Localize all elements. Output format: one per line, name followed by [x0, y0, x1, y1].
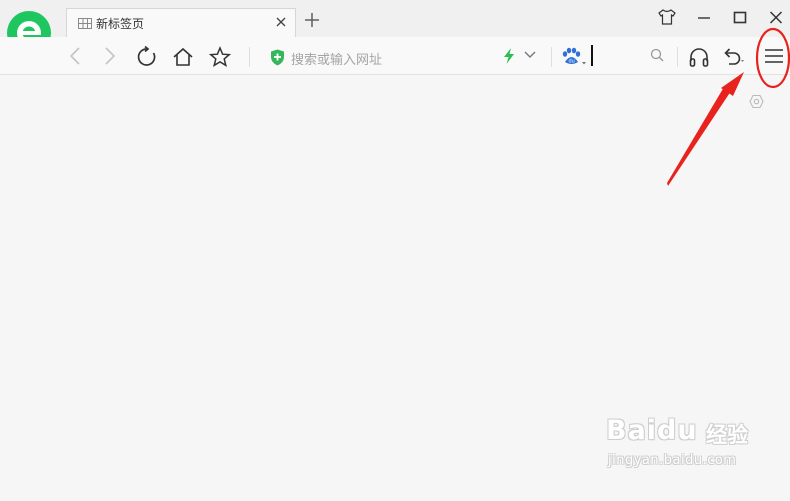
- settings-hex-icon[interactable]: [749, 94, 764, 109]
- svg-text:du: du: [569, 59, 575, 65]
- headphone-icon[interactable]: [688, 46, 710, 68]
- toolbar: 搜索或输入网址 du: [0, 37, 790, 75]
- lightning-icon[interactable]: [503, 48, 515, 64]
- search-icon[interactable]: [650, 48, 664, 62]
- tab-new-tab[interactable]: 新标签页: [66, 8, 296, 38]
- close-icon[interactable]: [275, 15, 287, 29]
- refresh-icon[interactable]: [136, 46, 158, 68]
- tab-grid-icon: [78, 18, 92, 29]
- shield-icon: [271, 49, 284, 66]
- undo-icon[interactable]: [721, 46, 745, 68]
- watermark-url: jingyan.baidu.com: [608, 453, 737, 468]
- forward-icon[interactable]: [103, 46, 117, 66]
- toolbar-divider-2: [677, 47, 678, 67]
- search-input[interactable]: [591, 45, 593, 66]
- title-bar: 新标签页: [0, 0, 790, 61]
- watermark: Baidu 经验 jingyan.baidu.com: [606, 413, 756, 473]
- star-icon[interactable]: [209, 46, 231, 68]
- chevron-down-icon[interactable]: [523, 50, 537, 60]
- address-input[interactable]: 搜索或输入网址: [291, 49, 382, 68]
- baidu-paw-icon[interactable]: du: [561, 47, 587, 67]
- maximize-icon[interactable]: [733, 9, 747, 25]
- search-divider: [551, 47, 552, 67]
- toolbar-divider: [249, 47, 250, 67]
- window-close-icon[interactable]: [769, 9, 783, 25]
- skin-icon[interactable]: [658, 9, 676, 25]
- watermark-brand: Baidu: [606, 415, 698, 446]
- back-icon[interactable]: [68, 46, 82, 66]
- tab-title: 新标签页: [96, 17, 145, 31]
- watermark-brand-cn: 经验: [706, 423, 748, 447]
- menu-icon[interactable]: [764, 48, 784, 64]
- plus-icon[interactable]: [304, 12, 320, 28]
- minimize-icon[interactable]: [697, 9, 711, 25]
- home-icon[interactable]: [172, 46, 194, 68]
